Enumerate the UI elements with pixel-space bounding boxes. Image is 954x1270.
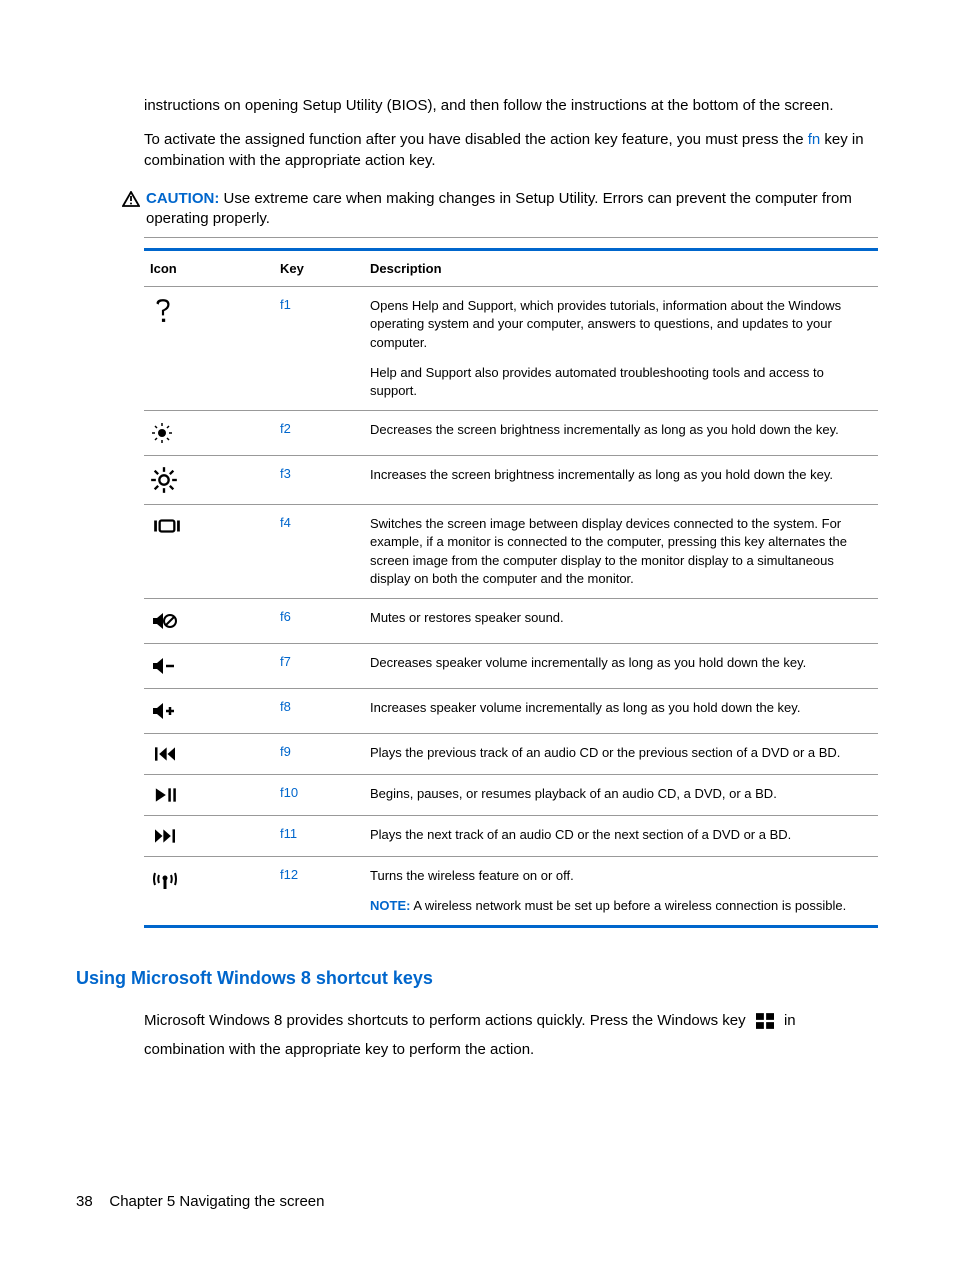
desc-text: Increases the screen brightness incremen… — [370, 466, 872, 484]
desc-text: Plays the previous track of an audio CD … — [370, 744, 872, 762]
mute-icon — [150, 609, 180, 633]
desc-text: Turns the wireless feature on or off. — [370, 867, 872, 885]
caution-icon — [122, 191, 140, 207]
note-text: A wireless network must be set up before… — [413, 898, 846, 913]
table-row: f12 Turns the wireless feature on or off… — [144, 856, 878, 926]
intro-paragraph-2: To activate the assigned function after … — [144, 130, 878, 171]
desc-text: Decreases speaker volume incrementally a… — [370, 654, 872, 672]
caution-text: Use extreme care when making changes in … — [146, 190, 852, 227]
page-number: 38 — [76, 1193, 93, 1210]
caution-label: CAUTION: — [146, 190, 219, 207]
brightness-down-icon — [150, 421, 174, 445]
key-label: f7 — [280, 654, 291, 669]
windows-key-icon — [756, 1013, 774, 1029]
key-label: f8 — [280, 699, 291, 714]
desc-text: Begins, pauses, or resumes playback of a… — [370, 785, 872, 803]
next-track-icon — [150, 826, 180, 846]
fn-key-text: fn — [808, 131, 821, 148]
th-desc: Description — [364, 250, 878, 287]
page-footer: 38 Chapter 5 Navigating the screen — [76, 1193, 325, 1210]
desc-text: Switches the screen image between displa… — [370, 515, 872, 588]
shortcut-paragraph: Microsoft Windows 8 provides shortcuts t… — [144, 1007, 878, 1064]
desc-text: Mutes or restores speaker sound. — [370, 609, 872, 627]
previous-track-icon — [150, 744, 180, 764]
desc-text: Help and Support also provides automated… — [370, 364, 872, 400]
table-row: f8 Increases speaker volume incrementall… — [144, 688, 878, 733]
chapter-title: Chapter 5 Navigating the screen — [109, 1193, 324, 1210]
note-label: NOTE: — [370, 898, 410, 913]
caution-box: CAUTION: Use extreme care when making ch… — [144, 185, 878, 239]
volume-up-icon — [150, 699, 178, 723]
wireless-icon — [150, 867, 180, 891]
table-row: f3 Increases the screen brightness incre… — [144, 456, 878, 505]
table-row: f4 Switches the screen image between dis… — [144, 505, 878, 599]
help-icon — [150, 297, 176, 323]
note-line: NOTE: A wireless network must be set up … — [370, 897, 872, 915]
volume-down-icon — [150, 654, 178, 678]
shortcut-p1a: Microsoft Windows 8 provides shortcuts t… — [144, 1012, 746, 1029]
key-label: f9 — [280, 744, 291, 759]
table-row: f10 Begins, pauses, or resumes playback … — [144, 774, 878, 815]
switch-display-icon — [150, 515, 184, 537]
desc-text: Opens Help and Support, which provides t… — [370, 297, 872, 352]
table-row: f11 Plays the next track of an audio CD … — [144, 815, 878, 856]
key-label: f11 — [280, 826, 297, 841]
play-pause-icon — [150, 785, 180, 805]
th-icon: Icon — [144, 250, 274, 287]
key-label: f12 — [280, 867, 298, 882]
intro-paragraph-1: instructions on opening Setup Utility (B… — [144, 96, 878, 116]
desc-text: Decreases the screen brightness incremen… — [370, 421, 872, 439]
table-row: f2 Decreases the screen brightness incre… — [144, 411, 878, 456]
key-label: f1 — [280, 297, 291, 312]
table-row: f1 Opens Help and Support, which provide… — [144, 287, 878, 411]
key-label: f2 — [280, 421, 291, 436]
action-keys-table: Icon Key Description f1 Opens Help and S… — [144, 248, 878, 928]
intro-p2-part1: To activate the assigned function after … — [144, 131, 808, 148]
desc-text: Plays the next track of an audio CD or t… — [370, 826, 872, 844]
desc-text: Increases speaker volume incrementally a… — [370, 699, 872, 717]
section-heading-shortcut-keys: Using Microsoft Windows 8 shortcut keys — [76, 968, 878, 989]
key-label: f6 — [280, 609, 291, 624]
table-row: f9 Plays the previous track of an audio … — [144, 733, 878, 774]
table-row: f6 Mutes or restores speaker sound. — [144, 598, 878, 643]
th-key: Key — [274, 250, 364, 287]
table-row: f7 Decreases speaker volume incrementall… — [144, 643, 878, 688]
brightness-up-icon — [150, 466, 178, 494]
key-label: f4 — [280, 515, 291, 530]
key-label: f10 — [280, 785, 298, 800]
key-label: f3 — [280, 466, 291, 481]
